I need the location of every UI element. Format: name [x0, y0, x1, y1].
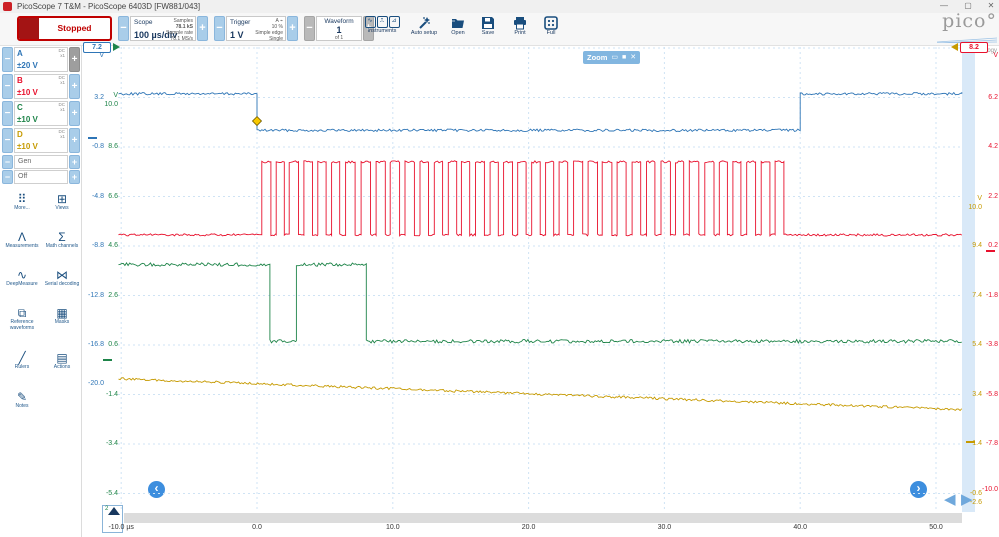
time-tick-label: 10.0	[365, 524, 421, 531]
axis-tick-label: 6.6	[76, 193, 118, 200]
full-button[interactable]: Full	[529, 16, 573, 36]
axis-tick-label: V	[58, 52, 104, 59]
axis-tick-label: 8.6	[76, 143, 118, 150]
instruments-label: Instruments	[360, 28, 404, 34]
axis-tick-label: 6.2	[966, 94, 998, 101]
trace-channel-c	[119, 263, 962, 343]
axis-tick-label: 7.4	[948, 292, 982, 299]
time-tick-label: 0.0	[229, 524, 285, 531]
trace-channel-a	[119, 93, 962, 132]
time-tick-label: -10.0 µs	[93, 524, 149, 531]
channel-c-zero-marker[interactable]	[103, 359, 112, 361]
axis-tick-label: -5.4	[76, 490, 118, 497]
axis-top-handle-c: 10.0	[76, 101, 118, 108]
channel-d-offset-arrow-icon[interactable]	[951, 43, 958, 51]
full-icon	[529, 16, 573, 30]
axis-tick-label: -2.6	[948, 499, 982, 506]
axis-tick-label: 2.6	[76, 292, 118, 299]
axis-tick-label: -0.6	[948, 490, 982, 497]
axis-tick-label: 4.2	[966, 143, 998, 150]
axis-top-handle-d: 10.0	[948, 204, 982, 211]
full-label: Full	[529, 30, 573, 36]
axis-top-handle-a[interactable]: 7.2	[83, 42, 111, 53]
channel-b-zero-marker[interactable]	[986, 250, 995, 252]
axis-tick-label: 3.4	[948, 391, 982, 398]
channel-d-zero-marker[interactable]	[966, 441, 975, 443]
instruments-icon: ∿⎍⊿	[360, 16, 404, 28]
axis-top-handle-b[interactable]: 8.2	[960, 42, 988, 53]
axis-tick-label: -20.0	[58, 380, 104, 387]
axis-tick-label: 1.4	[948, 440, 982, 447]
channel-c-offset-arrow-icon[interactable]	[113, 43, 120, 51]
waveform-plot[interactable]	[0, 0, 999, 537]
time-tick-label: 20.0	[501, 524, 557, 531]
picoscope-window: PicoScope 7 T&M - PicoScope 6403D [FW881…	[0, 0, 999, 537]
axis-tick-label: 9.4	[948, 242, 982, 249]
axis-tick-label: -3.4	[76, 440, 118, 447]
channel-a-zero-marker[interactable]	[88, 137, 97, 139]
axis-tick-label: -1.4	[76, 391, 118, 398]
trigger-marker-diamond[interactable]	[253, 117, 262, 126]
axis-tick-label: V	[948, 195, 982, 202]
trace-channel-b	[119, 161, 962, 236]
axis-tick-label: 4.6	[76, 242, 118, 249]
time-tick-label: 30.0	[636, 524, 692, 531]
axis-tick-label: 0.6	[76, 341, 118, 348]
time-tick-label: 40.0	[772, 524, 828, 531]
time-tick-label: 50.0	[908, 524, 964, 531]
axis-tick-label: V	[76, 92, 118, 99]
axis-tick-label: V	[966, 52, 998, 59]
instruments-button[interactable]: ∿⎍⊿Instruments	[360, 16, 404, 34]
axis-tick-label: 5.4	[948, 341, 982, 348]
